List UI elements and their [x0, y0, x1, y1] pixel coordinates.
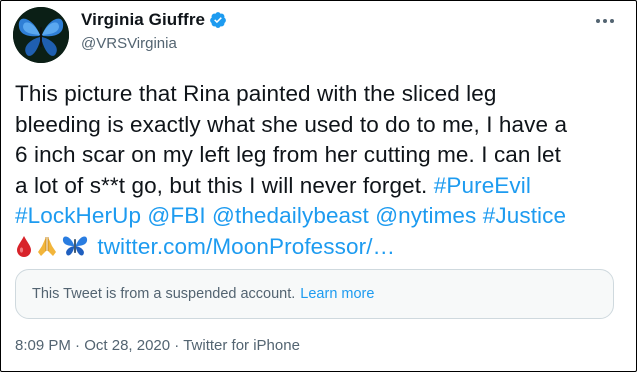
mention-thedailybeast[interactable]: @thedailybeast	[212, 203, 369, 228]
tweet-line: bleeding is exactly what she used to do …	[15, 111, 568, 137]
tweet-line: 6 inch scar on my left leg from her cutt…	[15, 142, 561, 167]
tweet-line: a lot of s**t go, but this I will never …	[15, 172, 434, 198]
mention-fbi[interactable]: @FBI	[147, 203, 205, 228]
separator: ·	[170, 337, 184, 354]
verified-badge-icon	[209, 11, 227, 29]
more-options-icon[interactable]	[592, 9, 618, 33]
tweet-time[interactable]: 8:09 PM	[15, 337, 71, 354]
butterfly-icon	[61, 233, 89, 266]
learn-more-link[interactable]: Learn more	[300, 286, 374, 302]
blood-drop-icon	[15, 235, 33, 266]
notice-text: This Tweet is from a suspended account.	[32, 286, 296, 302]
author-handle[interactable]: @VRSVirginia	[81, 35, 227, 52]
hashtag-justice[interactable]: #Justice	[483, 203, 566, 228]
tweet-text: This picture that Rina painted with the …	[15, 79, 625, 265]
hashtag-lock-her-up[interactable]: #LockHerUp	[15, 203, 141, 228]
avatar[interactable]	[13, 7, 69, 63]
tweet-metadata: 8:09 PM · Oct 28, 2020 · Twitter for iPh…	[15, 337, 300, 354]
tweet-source[interactable]: Twitter for iPhone	[183, 337, 300, 354]
tweet-link[interactable]: twitter.com/MoonProfessor/…	[97, 234, 395, 259]
display-name[interactable]: Virginia Giuffre	[81, 10, 205, 30]
tweet-date[interactable]: Oct 28, 2020	[84, 337, 170, 354]
praying-hands-icon	[35, 235, 59, 266]
separator: ·	[70, 337, 85, 354]
suspended-account-notice: This Tweet is from a suspended account. …	[15, 269, 614, 319]
mention-nytimes[interactable]: @nytimes	[375, 203, 476, 228]
author-info: Virginia Giuffre @VRSVirginia	[81, 9, 227, 52]
tweet-card: Virginia Giuffre @VRSVirginia This pictu…	[0, 0, 637, 372]
hashtag-pure-evil[interactable]: #PureEvil	[434, 173, 531, 198]
tweet-line: This picture that Rina painted with the …	[15, 81, 497, 106]
blue-butterfly-avatar-icon	[13, 7, 69, 63]
